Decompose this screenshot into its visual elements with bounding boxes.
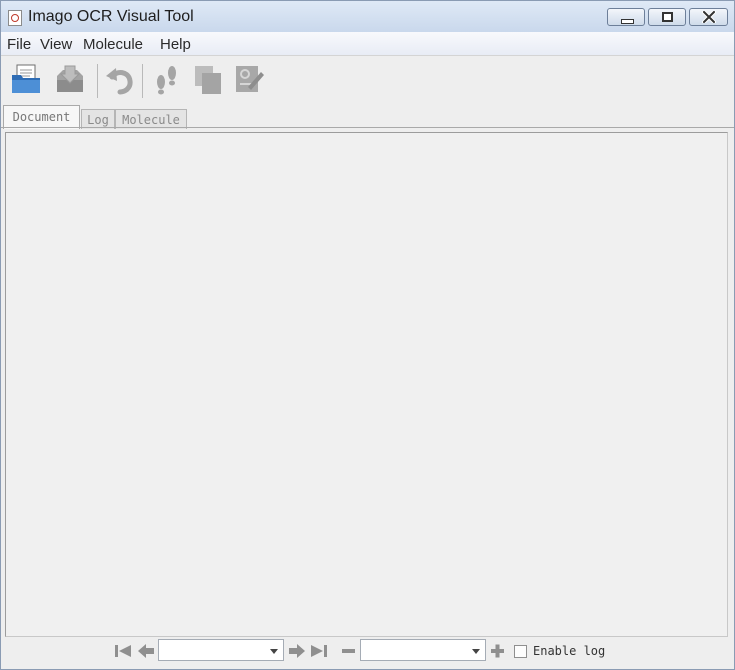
- prev-page-icon[interactable]: [137, 643, 155, 659]
- open-folder-icon[interactable]: [9, 62, 43, 96]
- enable-log-checkbox[interactable]: [514, 645, 527, 658]
- tab-document[interactable]: Document: [3, 105, 80, 129]
- last-page-icon[interactable]: [310, 643, 328, 659]
- tab-strip: Document Log Molecule: [1, 103, 734, 129]
- window-title: Imago OCR Visual Tool: [28, 8, 194, 25]
- navigation-bar: Enable log: [1, 637, 734, 667]
- menu-file[interactable]: File: [7, 36, 31, 53]
- close-button[interactable]: [689, 8, 728, 26]
- edit-molecule-icon[interactable]: [231, 62, 265, 96]
- close-icon: [702, 11, 716, 23]
- app-document-icon: [8, 10, 22, 26]
- maximize-button[interactable]: [648, 8, 686, 26]
- footsteps-icon[interactable]: [151, 62, 185, 96]
- tab-molecule[interactable]: Molecule: [115, 109, 187, 129]
- chevron-down-icon: [472, 649, 480, 654]
- first-page-icon[interactable]: [114, 643, 132, 659]
- tab-divider: [1, 127, 734, 128]
- title-bar[interactable]: Imago OCR Visual Tool: [1, 1, 734, 32]
- app-window: Imago OCR Visual Tool File View Molecule…: [0, 0, 735, 670]
- menu-view[interactable]: View: [40, 36, 72, 53]
- minimize-button[interactable]: [607, 8, 645, 26]
- toolbar-separator: [142, 64, 143, 98]
- document-panel[interactable]: [5, 132, 728, 637]
- enable-log-label[interactable]: Enable log: [533, 644, 605, 658]
- menu-molecule[interactable]: Molecule: [83, 36, 143, 53]
- chevron-down-icon: [270, 649, 278, 654]
- zoom-in-icon[interactable]: [489, 643, 507, 659]
- tab-log[interactable]: Log: [81, 109, 115, 129]
- menu-bar: File View Molecule Help: [1, 32, 734, 56]
- zoom-select[interactable]: [360, 639, 486, 661]
- menu-help[interactable]: Help: [160, 36, 191, 53]
- toolbar-separator: [97, 64, 98, 98]
- save-icon[interactable]: [53, 62, 87, 96]
- zoom-out-icon[interactable]: [340, 643, 358, 659]
- copy-icon[interactable]: [191, 62, 225, 96]
- toolbar: [1, 56, 734, 102]
- next-page-icon[interactable]: [288, 643, 306, 659]
- undo-icon[interactable]: [103, 62, 137, 96]
- page-select[interactable]: [158, 639, 284, 661]
